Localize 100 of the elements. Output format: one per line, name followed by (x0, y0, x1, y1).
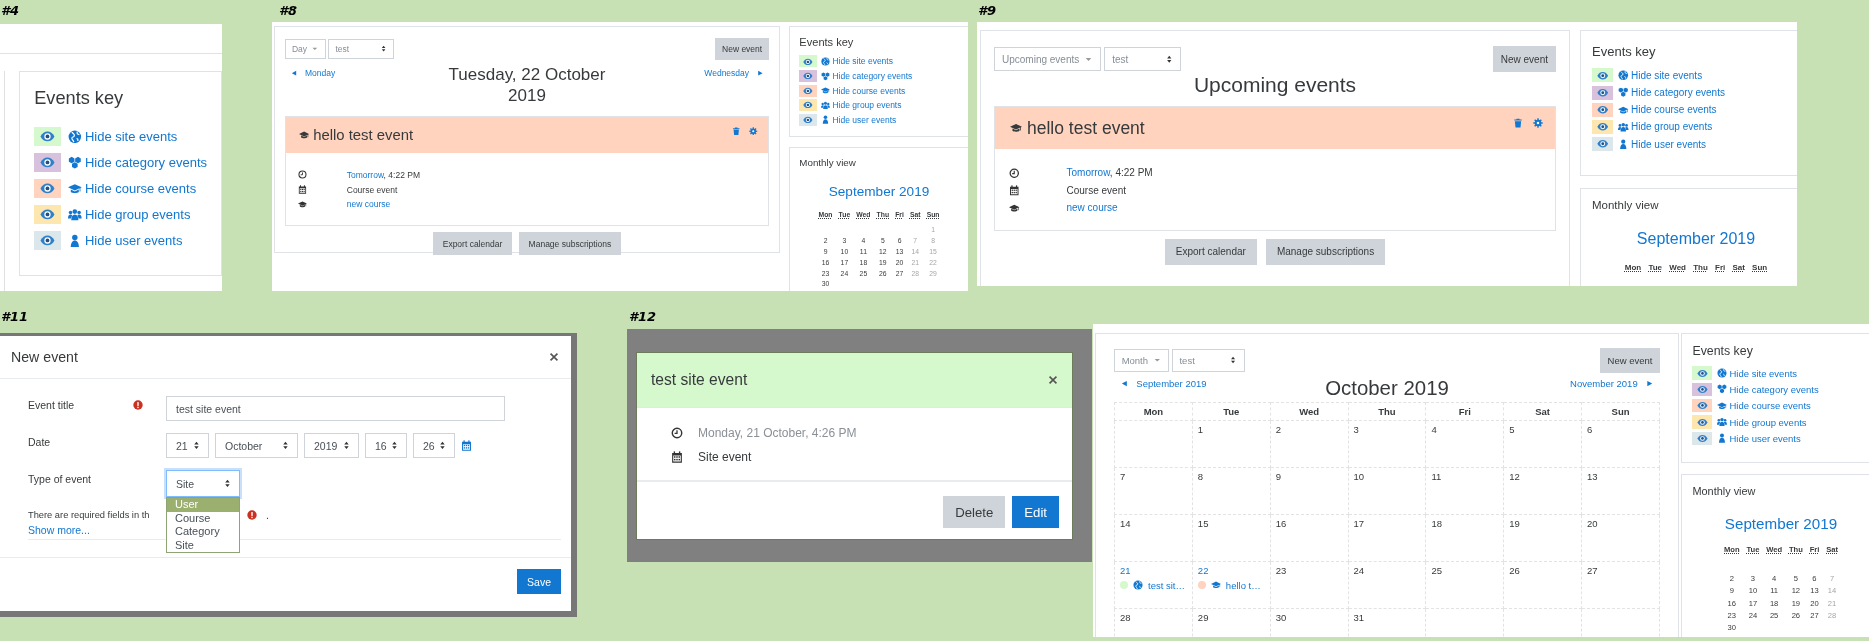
graduation-cap-icon (1717, 400, 1728, 411)
new-event-button[interactable]: New event (715, 38, 769, 61)
eye-toggle[interactable] (799, 70, 818, 82)
eye-toggle[interactable] (34, 127, 62, 146)
hide-events-link[interactable]: Hide site events (84, 129, 178, 145)
eye-icon (1696, 367, 1708, 379)
close-icon[interactable] (549, 352, 559, 362)
hide-events-link[interactable]: Hide site events (1631, 69, 1703, 81)
eye-toggle[interactable] (1692, 382, 1713, 397)
user-icon (1618, 138, 1629, 150)
hide-events-link[interactable]: Hide group events (832, 100, 902, 111)
date-select[interactable]: 16 (365, 433, 407, 458)
caret-icon (311, 45, 319, 53)
eye-toggle[interactable] (799, 55, 818, 68)
course-link[interactable]: new course (346, 199, 391, 210)
hide-events-link[interactable]: Hide user events (1729, 432, 1801, 444)
day-link[interactable]: 21 (1120, 564, 1131, 576)
settings-icon[interactable] (749, 126, 758, 135)
dialog-title: New event (11, 349, 78, 365)
hide-events-link[interactable]: Hide course events (84, 181, 197, 197)
popup-title: test site event (651, 371, 748, 389)
course-link[interactable]: new course (1066, 202, 1118, 214)
hide-events-link[interactable]: Hide course events (1631, 104, 1717, 116)
event-link[interactable]: hello t… (1225, 579, 1261, 591)
hide-events-link[interactable]: Hide category events (832, 71, 913, 82)
course-select[interactable]: test (1104, 47, 1182, 71)
manage-subscriptions-button[interactable]: Manage subscriptions (519, 232, 621, 255)
date-select[interactable]: 21 (166, 433, 209, 458)
eye-toggle[interactable] (34, 231, 62, 250)
save-button[interactable]: Save (517, 569, 561, 594)
users-icon (821, 100, 831, 110)
next-link[interactable]: November 2019 (1570, 378, 1654, 390)
eye-toggle[interactable] (34, 205, 62, 224)
eye-toggle[interactable] (1592, 119, 1613, 134)
view-dropdown[interactable]: Month (1114, 348, 1169, 372)
weekday-header: Tue (1223, 405, 1240, 417)
updown-arrows-icon (438, 441, 447, 450)
eye-toggle[interactable] (799, 99, 818, 112)
updown-arrows-icon (192, 441, 201, 450)
delete-button[interactable]: Delete (943, 496, 1006, 528)
dropdown-option[interactable]: Category (167, 525, 239, 539)
eye-toggle[interactable] (1692, 415, 1713, 429)
date-select[interactable]: October (215, 433, 298, 458)
settings-icon[interactable] (1533, 118, 1543, 129)
date-link[interactable]: Tomorrow (1066, 167, 1110, 179)
view-dropdown[interactable]: Upcoming events (994, 47, 1102, 71)
export-calendar-button[interactable]: Export calendar (1164, 238, 1257, 265)
month-link[interactable]: September 2019 (1692, 514, 1869, 532)
text-field[interactable]: test site event (166, 396, 505, 421)
dropdown-option[interactable]: Course (167, 511, 239, 525)
eye-toggle[interactable] (1692, 366, 1713, 380)
hide-events-link[interactable]: Hide group events (1729, 416, 1807, 428)
new-event-button[interactable]: New event (1599, 348, 1660, 373)
month-link[interactable]: September 2019 (1592, 230, 1797, 249)
date-select[interactable]: 2019 (304, 433, 359, 458)
event-link[interactable]: test sit… (1148, 579, 1185, 591)
calendar-icon[interactable] (461, 440, 472, 451)
new-event-button[interactable]: New event (1492, 46, 1556, 72)
export-calendar-button[interactable]: Export calendar (433, 232, 512, 255)
eye-toggle[interactable] (34, 153, 62, 172)
updown-arrows-icon (223, 479, 232, 488)
eye-toggle[interactable] (799, 84, 818, 97)
hide-events-link[interactable]: Hide group events (84, 207, 191, 223)
trash-icon[interactable] (732, 126, 741, 135)
view-dropdown[interactable]: Day (285, 38, 326, 60)
day-link[interactable]: 22 (1197, 564, 1209, 576)
eye-toggle[interactable] (34, 179, 62, 198)
eye-toggle[interactable] (1592, 137, 1613, 152)
hide-events-link[interactable]: Hide category events (84, 155, 207, 171)
close-icon[interactable] (1048, 375, 1058, 385)
eye-toggle[interactable] (799, 113, 818, 126)
hide-events-link[interactable]: Hide user events (832, 114, 897, 125)
previous-link[interactable]: Monday (290, 67, 336, 78)
eye-toggle[interactable] (1592, 102, 1613, 117)
hide-events-link[interactable]: Hide user events (1631, 138, 1707, 150)
eye-toggle[interactable] (1692, 431, 1713, 446)
course-select[interactable]: test (1171, 348, 1245, 372)
hide-events-link[interactable]: Hide site events (1729, 367, 1798, 379)
hide-events-link[interactable]: Hide category events (1729, 383, 1819, 395)
dropdown-option[interactable]: Site (167, 538, 239, 552)
eye-toggle[interactable] (1592, 85, 1613, 100)
trash-icon[interactable] (1513, 118, 1523, 129)
course-select[interactable]: test (328, 38, 394, 60)
previous-link[interactable]: September 2019 (1120, 378, 1207, 390)
month-link[interactable]: September 2019 (799, 183, 959, 199)
hide-events-link[interactable]: Hide category events (1631, 87, 1725, 99)
hide-events-link[interactable]: Hide course events (832, 85, 906, 96)
show-more-link[interactable]: Show more... (28, 524, 90, 536)
eye-toggle[interactable] (1692, 399, 1713, 413)
next-link[interactable]: Wednesday (704, 67, 764, 78)
eye-toggle[interactable] (1592, 68, 1613, 83)
hide-events-link[interactable]: Hide site events (832, 56, 893, 67)
edit-button[interactable]: Edit (1012, 496, 1059, 528)
hide-events-link[interactable]: Hide user events (84, 233, 183, 249)
hide-events-link[interactable]: Hide course events (1729, 400, 1811, 412)
type-select[interactable]: Site (166, 470, 240, 497)
date-select[interactable]: 26 (413, 433, 455, 458)
eye-icon (1596, 138, 1609, 150)
manage-subscriptions-button[interactable]: Manage subscriptions (1265, 238, 1386, 265)
hide-events-link[interactable]: Hide group events (1631, 121, 1713, 133)
